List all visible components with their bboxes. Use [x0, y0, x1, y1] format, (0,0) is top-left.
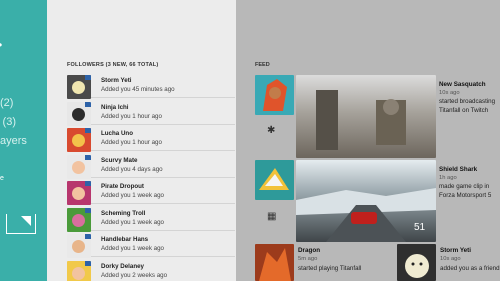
avatar-face-icon [72, 160, 85, 174]
card-title: Dragon [298, 247, 321, 254]
follower-name: Dorky Delaney [101, 262, 144, 270]
follower-name: Handlebar Hans [101, 236, 149, 243]
card-title: Shield Shark [439, 166, 478, 173]
follower-name: Scheming Troll [101, 209, 146, 217]
shark-avatar-icon [259, 168, 289, 190]
avatar [67, 181, 91, 205]
feed-card[interactable]: ✱ New Sasquatch 10s ago started broadcas… [255, 75, 500, 158]
follower-added-time: Added you 1 hour ago [101, 112, 162, 120]
new-badge-icon [85, 75, 91, 80]
svg-text:51: 51 [414, 222, 426, 233]
new-badge-icon [85, 260, 91, 266]
follower-row[interactable]: Scheming Troll Added you 1 week ago [67, 205, 235, 232]
card-meta: 1h ago [439, 175, 457, 181]
avatar-face-icon [72, 107, 85, 121]
game-clip-icon: ▦ [267, 211, 277, 222]
follower-added-time: Added you 45 minutes ago [101, 86, 175, 93]
yeti-avatar-icon [405, 254, 429, 278]
new-badge-icon [85, 207, 91, 213]
titanfall-screenshot[interactable] [296, 75, 436, 158]
card-title: New Sasquatch [439, 81, 486, 88]
card-title: Storm Yeti [440, 247, 472, 254]
avatar-face-icon [72, 81, 85, 94]
card-meta: 10s ago [440, 256, 461, 262]
new-badge-icon [85, 128, 91, 133]
feed-header: FEED [255, 62, 270, 68]
card-meta: 10s ago [439, 90, 460, 96]
left-nav: • (2) s (3) ayers e [0, 0, 47, 281]
follower-row[interactable]: Lucha Uno Added you 1 hour ago [67, 125, 235, 152]
feed-card[interactable]: ▦ 51 Shield Shark 1h ago made game clip … [255, 160, 500, 242]
follower-row[interactable]: Storm Yeti Added you 45 minutes ago [67, 72, 235, 99]
follower-added-time: Added you 1 week ago [101, 218, 164, 226]
avatar-face-icon [72, 266, 85, 280]
broadcast-icon: ✱ [267, 125, 276, 136]
nav-glyph: • [0, 38, 2, 52]
card-desc: made game clip in Forza Motorsport 5 [439, 183, 492, 199]
avatar [67, 128, 91, 152]
new-badge-icon [85, 234, 91, 239]
nav-item-3[interactable]: ayers [0, 135, 27, 147]
avatar [255, 160, 294, 200]
follower-name: Scurvy Mate [101, 156, 138, 164]
follower-row[interactable]: Pirate Dropout Added you 1 week ago [67, 178, 235, 205]
follower-name: Lucha Uno [101, 130, 133, 137]
followers-header: FOLLOWERS (3 NEW, 66 TOTAL) [67, 62, 159, 68]
card-desc: started broadcasting Titanfall on Twitch [439, 98, 496, 114]
follower-row[interactable]: Handlebar Hans Added you 1 week ago [67, 231, 235, 258]
card-desc: added you as a friend [440, 265, 500, 272]
new-badge-icon [85, 154, 91, 160]
followers-panel: FOLLOWERS (3 NEW, 66 TOTAL) Storm Yeti Ad… [47, 0, 236, 281]
follower-name: Pirate Dropout [101, 183, 144, 190]
avatar [67, 260, 91, 281]
follower-added-time: Added you 1 week ago [101, 245, 164, 252]
nav-small-text: e [0, 175, 4, 182]
follower-row[interactable]: Ninja Ichi Added you 1 hour ago [67, 99, 235, 126]
dragon-avatar-icon [259, 248, 291, 281]
avatar [67, 75, 91, 99]
feed-panel: FEED ✱ New Sasquatch 10s ago started bro… [236, 0, 500, 281]
avatar [67, 234, 91, 258]
new-badge-icon [85, 101, 91, 107]
sasquatch-avatar-icon [263, 79, 287, 111]
avatar [67, 101, 91, 126]
follower-added-time: Added you 1 hour ago [101, 139, 162, 146]
follower-row[interactable]: Scurvy Mate Added you 4 days ago [67, 152, 235, 179]
follower-added-time: Added you 1 week ago [101, 192, 164, 199]
new-badge-icon [85, 181, 91, 186]
nav-corner-icon[interactable] [6, 214, 36, 234]
yeti-avatar [397, 244, 436, 281]
avatar [67, 154, 91, 179]
nav-item-1[interactable]: (2) [0, 97, 13, 109]
follower-name: Ninja Ichi [101, 103, 129, 111]
card-desc: started playing Titanfall [298, 265, 362, 272]
forza-screenshot[interactable]: 51 [296, 160, 436, 242]
card-meta: 5m ago [298, 256, 318, 262]
follower-added-time: Added you 4 days ago [101, 165, 163, 173]
follower-added-time: Added you 2 weeks ago [101, 271, 168, 279]
feed-card[interactable]: Dragon 5m ago started playing Titanfall [255, 244, 395, 281]
avatar-face-icon [72, 187, 85, 200]
dragon-avatar [255, 244, 294, 281]
follower-row[interactable]: Dorky Delaney Added you 2 weeks ago [67, 258, 235, 281]
avatar-face-icon [72, 240, 85, 253]
avatar [67, 207, 91, 232]
follower-name: Storm Yeti [101, 77, 132, 84]
feed-card[interactable]: Storm Yeti 10s ago added you as a friend [397, 244, 500, 281]
nav-item-2[interactable]: s (3) [0, 116, 16, 128]
avatar [255, 75, 294, 115]
avatar-face-icon [72, 213, 85, 227]
avatar-face-icon [72, 134, 85, 147]
